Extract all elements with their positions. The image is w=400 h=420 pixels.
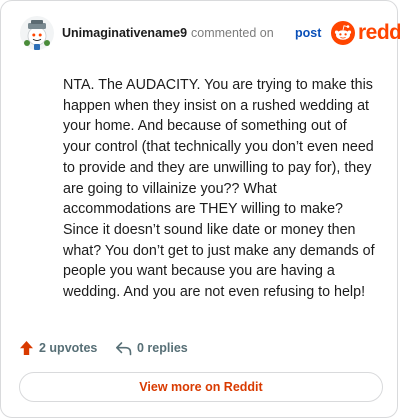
replies-stat[interactable]: 0 replies bbox=[115, 338, 188, 358]
replies-count: 0 replies bbox=[137, 341, 188, 355]
reddit-brand[interactable]: reddit bbox=[331, 20, 400, 46]
comment-header: Unimaginativename9 commented on post red… bbox=[19, 15, 400, 55]
username-link[interactable]: Unimaginativename9 bbox=[62, 26, 187, 40]
reddit-logo-icon bbox=[331, 21, 355, 45]
post-link[interactable]: post bbox=[295, 26, 321, 40]
upvotes-stat[interactable]: 2 upvotes bbox=[19, 338, 97, 358]
reply-arrow-icon bbox=[116, 341, 132, 355]
reddit-wordmark: reddit bbox=[358, 21, 400, 44]
snoo-avatar-icon[interactable] bbox=[19, 15, 55, 51]
action-text: commented on bbox=[191, 26, 274, 40]
upvotes-count: 2 upvotes bbox=[39, 341, 98, 355]
comment-body: NTA. The AUDACITY. You are trying to mak… bbox=[63, 77, 375, 301]
upvote-arrow-icon bbox=[20, 341, 33, 355]
view-more-button[interactable]: View more on Reddit bbox=[19, 372, 383, 402]
comment-footer: 2 upvotes 0 replies bbox=[19, 338, 379, 358]
embedded-comment-card: Unimaginativename9 commented on post red… bbox=[0, 0, 400, 418]
